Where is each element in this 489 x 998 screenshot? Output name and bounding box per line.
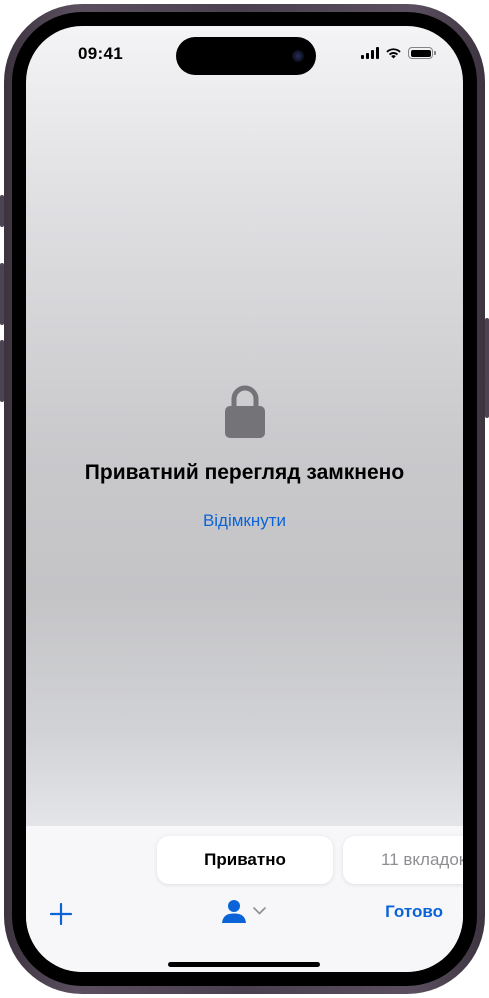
action-button <box>0 195 4 227</box>
tab-group-tabs[interactable]: 11 вкладок <box>343 836 463 884</box>
power-button <box>485 318 489 418</box>
profile-button[interactable] <box>222 899 266 923</box>
volume-up-button <box>0 263 4 325</box>
person-icon <box>222 900 246 923</box>
home-indicator[interactable] <box>168 962 320 967</box>
volume-down-button <box>0 340 4 402</box>
dynamic-island <box>176 37 316 75</box>
wifi-icon <box>386 48 401 59</box>
done-button[interactable]: Готово <box>385 902 443 922</box>
chevron-down-icon <box>253 907 266 915</box>
locked-title: Приватний перегляд замкнено <box>84 461 405 484</box>
bottom-toolbar: Приватно 11 вкладок Готово <box>26 826 463 972</box>
plus-icon[interactable] <box>49 902 73 926</box>
status-time: 09:41 <box>78 44 123 63</box>
front-camera <box>292 50 304 62</box>
battery-icon <box>408 47 436 59</box>
tab-group-private[interactable]: Приватно <box>157 836 333 884</box>
cellular-signal-icon <box>361 47 379 59</box>
status-icons <box>361 46 436 60</box>
unlock-button[interactable]: Відімкнути <box>26 511 463 531</box>
lock-icon <box>225 385 265 438</box>
screen: 09:41 Приватний перегляд замкнено Відімк… <box>26 26 463 972</box>
